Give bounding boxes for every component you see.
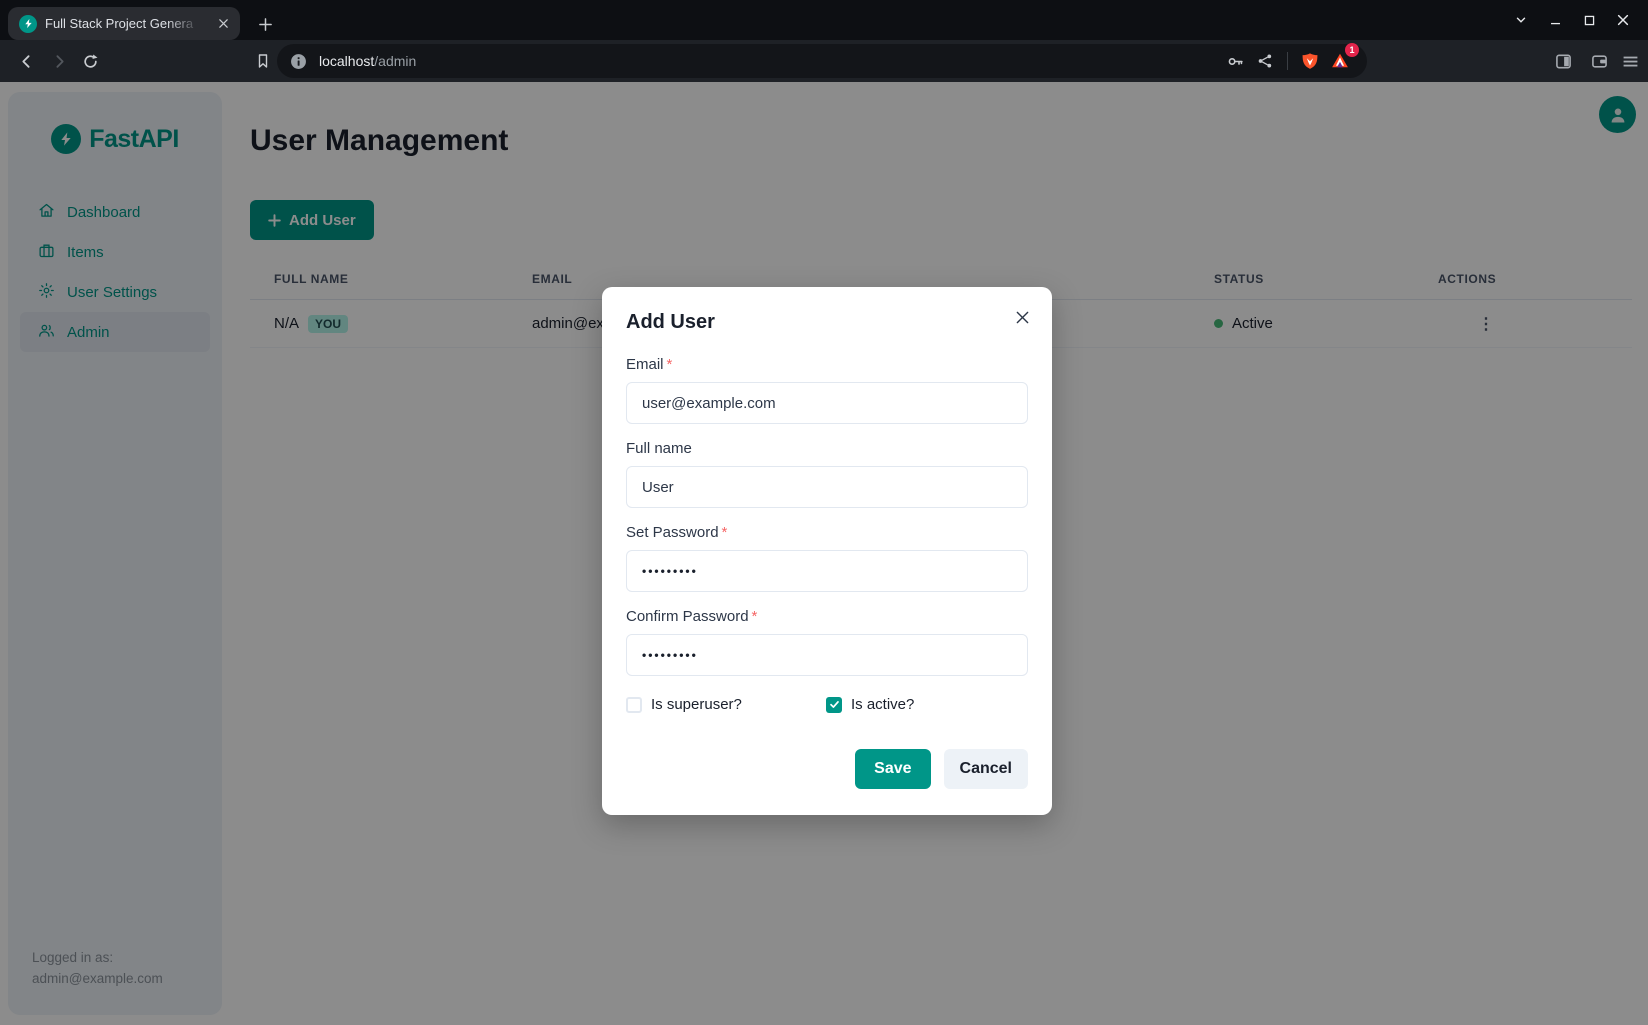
is-active-label: Is active?: [851, 696, 914, 713]
confirm-password-field[interactable]: [626, 634, 1028, 676]
tab-close-icon[interactable]: [214, 15, 232, 33]
rewards-notification-badge: 1: [1345, 43, 1359, 57]
bookmark-icon[interactable]: [247, 40, 279, 82]
share-icon[interactable]: [1250, 46, 1280, 76]
browser-tab[interactable]: Full Stack Project Genera: [8, 7, 240, 40]
set-password-field-group: Set Password*: [626, 524, 1028, 592]
url-host: localhost: [319, 53, 374, 69]
set-password-label-text: Set Password: [626, 524, 719, 541]
window-minimize-button[interactable]: [1538, 0, 1572, 40]
back-button[interactable]: [10, 40, 42, 82]
is-superuser-label: Is superuser?: [651, 696, 742, 713]
add-user-modal: Add User Email* Full name Set Password* …: [602, 287, 1052, 815]
toolbar-divider: [1287, 52, 1288, 70]
save-button[interactable]: Save: [855, 749, 930, 789]
set-password-label: Set Password*: [626, 524, 1028, 541]
browser-toolbar: localhost/admin: [0, 40, 1648, 82]
checkbox-checked-icon[interactable]: [826, 697, 842, 713]
checkbox-unchecked-icon[interactable]: [626, 697, 642, 713]
email-field[interactable]: [626, 382, 1028, 424]
email-label: Email*: [626, 356, 1028, 373]
cancel-button[interactable]: Cancel: [944, 749, 1028, 789]
full-name-label-text: Full name: [626, 440, 692, 457]
brave-shields-icon[interactable]: [1295, 46, 1325, 76]
modal-footer: Save Cancel: [626, 749, 1028, 789]
set-password-field[interactable]: [626, 550, 1028, 592]
required-asterisk: *: [752, 608, 758, 625]
tab-title: Full Stack Project Genera: [45, 16, 206, 31]
email-field-group: Email*: [626, 356, 1028, 424]
forward-button[interactable]: [43, 40, 75, 82]
url-path: /admin: [374, 53, 416, 69]
confirm-password-label: Confirm Password*: [626, 608, 1028, 625]
saved-passwords-key-icon[interactable]: [1220, 46, 1250, 76]
site-info-icon[interactable]: [285, 48, 311, 74]
window-close-button[interactable]: [1606, 0, 1640, 40]
confirm-password-field-group: Confirm Password*: [626, 608, 1028, 676]
sidebar-panel-icon[interactable]: [1547, 40, 1579, 82]
fastapi-favicon-icon: [19, 15, 37, 33]
reload-button[interactable]: [74, 40, 106, 82]
page-content: FastAPI Dashboard Items: [0, 82, 1648, 1025]
tab-search-chevron-icon[interactable]: [1504, 0, 1538, 40]
new-tab-button[interactable]: [252, 11, 278, 37]
required-asterisk: *: [667, 356, 673, 373]
brave-rewards-icon[interactable]: 1: [1325, 46, 1355, 76]
is-superuser-checkbox[interactable]: Is superuser?: [626, 696, 826, 713]
window-maximize-button[interactable]: [1572, 0, 1606, 40]
browser-tab-bar: Full Stack Project Genera: [0, 0, 1648, 40]
full-name-label: Full name: [626, 440, 1028, 457]
full-name-field[interactable]: [626, 466, 1028, 508]
full-name-field-group: Full name: [626, 440, 1028, 508]
modal-close-icon[interactable]: [1008, 303, 1036, 331]
url-bar[interactable]: localhost/admin: [277, 44, 1367, 78]
confirm-password-label-text: Confirm Password: [626, 608, 749, 625]
modal-title: Add User: [626, 311, 1028, 334]
menu-hamburger-icon[interactable]: [1614, 40, 1646, 82]
required-asterisk: *: [722, 524, 728, 541]
wallet-icon[interactable]: [1583, 40, 1615, 82]
email-label-text: Email: [626, 356, 664, 373]
is-active-checkbox[interactable]: Is active?: [826, 696, 1026, 713]
window-controls: [1504, 0, 1640, 40]
checkbox-row: Is superuser? Is active?: [626, 696, 1028, 713]
